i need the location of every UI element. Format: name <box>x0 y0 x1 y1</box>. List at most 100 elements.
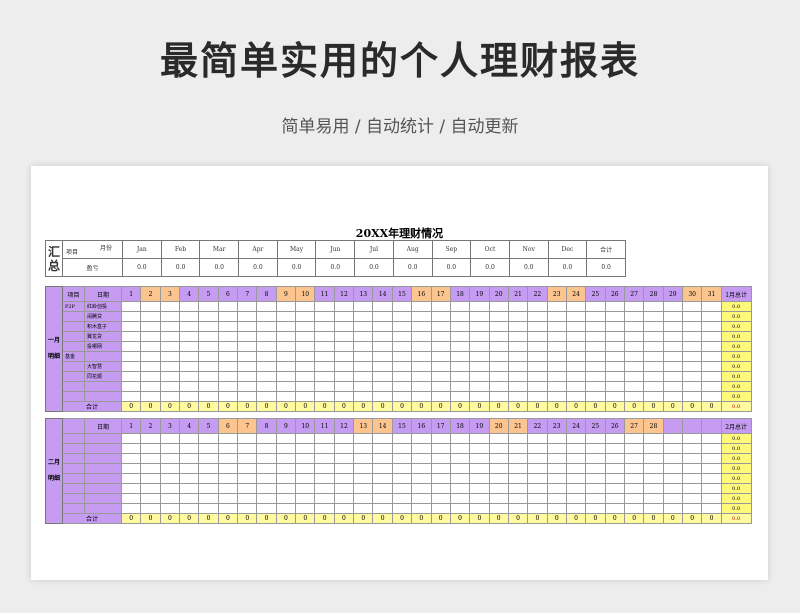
day-entry-cell[interactable] <box>643 463 664 474</box>
day-entry-cell[interactable] <box>449 483 471 494</box>
day-entry-cell[interactable] <box>701 433 722 444</box>
day-entry-cell[interactable] <box>643 331 664 342</box>
day-entry-cell[interactable] <box>643 321 664 332</box>
day-entry-cell[interactable] <box>604 371 625 382</box>
day-entry-cell[interactable] <box>527 463 548 474</box>
day-entry-cell[interactable] <box>488 351 509 362</box>
day-entry-cell[interactable] <box>295 371 316 382</box>
day-entry-cell[interactable] <box>681 503 703 514</box>
day-entry-cell[interactable] <box>295 473 316 484</box>
day-entry-cell[interactable] <box>256 503 277 514</box>
day-entry-cell[interactable] <box>430 361 451 372</box>
day-entry-cell[interactable] <box>372 463 393 474</box>
day-entry-cell[interactable] <box>411 391 432 402</box>
day-entry-cell[interactable] <box>430 473 451 484</box>
day-entry-cell[interactable] <box>701 361 722 372</box>
day-entry-cell[interactable] <box>275 361 297 372</box>
day-entry-cell[interactable] <box>372 433 393 444</box>
day-entry-cell[interactable] <box>391 463 413 474</box>
day-entry-cell[interactable] <box>449 391 471 402</box>
day-entry-cell[interactable] <box>469 311 490 322</box>
day-entry-cell[interactable] <box>430 301 451 312</box>
day-entry-cell[interactable] <box>585 381 606 392</box>
day-entry-cell[interactable] <box>604 351 625 362</box>
day-entry-cell[interactable] <box>159 463 181 474</box>
day-entry-cell[interactable] <box>217 463 239 474</box>
day-entry-cell[interactable] <box>217 483 239 494</box>
day-entry-cell[interactable] <box>333 321 355 332</box>
day-entry-cell[interactable] <box>662 443 683 454</box>
day-entry-cell[interactable] <box>256 331 277 342</box>
day-entry-cell[interactable] <box>585 331 606 342</box>
day-entry-cell[interactable] <box>623 473 645 484</box>
day-entry-cell[interactable] <box>140 381 161 392</box>
day-entry-cell[interactable] <box>333 391 355 402</box>
day-entry-cell[interactable] <box>604 463 625 474</box>
day-entry-cell[interactable] <box>314 341 335 352</box>
day-entry-cell[interactable] <box>237 473 258 484</box>
day-entry-cell[interactable] <box>488 391 509 402</box>
day-entry-cell[interactable] <box>681 453 703 464</box>
summary-month-value[interactable]: 0.0 <box>122 258 162 277</box>
day-entry-cell[interactable] <box>469 463 490 474</box>
day-entry-cell[interactable] <box>120 453 142 464</box>
day-entry-cell[interactable] <box>198 381 219 392</box>
day-entry-cell[interactable] <box>353 361 374 372</box>
day-entry-cell[interactable] <box>372 341 393 352</box>
day-entry-cell[interactable] <box>391 503 413 514</box>
day-entry-cell[interactable] <box>159 443 181 454</box>
day-entry-cell[interactable] <box>527 443 548 454</box>
day-entry-cell[interactable] <box>507 301 529 312</box>
day-entry-cell[interactable] <box>643 361 664 372</box>
day-entry-cell[interactable] <box>295 463 316 474</box>
day-entry-cell[interactable] <box>585 503 606 514</box>
day-entry-cell[interactable] <box>372 301 393 312</box>
day-entry-cell[interactable] <box>546 493 567 504</box>
day-entry-cell[interactable] <box>623 453 645 464</box>
day-entry-cell[interactable] <box>469 361 490 372</box>
day-entry-cell[interactable] <box>179 443 200 454</box>
day-entry-cell[interactable] <box>449 381 471 392</box>
day-entry-cell[interactable] <box>623 351 645 362</box>
day-entry-cell[interactable] <box>314 493 335 504</box>
day-entry-cell[interactable] <box>565 443 587 454</box>
day-entry-cell[interactable] <box>314 371 335 382</box>
day-entry-cell[interactable] <box>643 493 664 504</box>
day-entry-cell[interactable] <box>140 391 161 402</box>
day-entry-cell[interactable] <box>391 493 413 504</box>
day-entry-cell[interactable] <box>295 321 316 332</box>
day-entry-cell[interactable] <box>198 321 219 332</box>
day-entry-cell[interactable] <box>333 341 355 352</box>
day-entry-cell[interactable] <box>488 463 509 474</box>
day-entry-cell[interactable] <box>430 371 451 382</box>
day-entry-cell[interactable] <box>333 453 355 464</box>
day-entry-cell[interactable] <box>507 463 529 474</box>
day-entry-cell[interactable] <box>488 503 509 514</box>
day-entry-cell[interactable] <box>217 453 239 464</box>
day-entry-cell[interactable] <box>275 321 297 332</box>
day-entry-cell[interactable] <box>604 433 625 444</box>
day-entry-cell[interactable] <box>546 503 567 514</box>
day-entry-cell[interactable] <box>159 321 181 332</box>
day-entry-cell[interactable] <box>507 443 529 454</box>
day-entry-cell[interactable] <box>507 433 529 444</box>
day-entry-cell[interactable] <box>681 331 703 342</box>
day-entry-cell[interactable] <box>681 493 703 504</box>
day-entry-cell[interactable] <box>430 391 451 402</box>
day-entry-cell[interactable] <box>353 301 374 312</box>
day-entry-cell[interactable] <box>469 493 490 504</box>
day-entry-cell[interactable] <box>604 341 625 352</box>
day-entry-cell[interactable] <box>275 493 297 504</box>
day-entry-cell[interactable] <box>430 433 451 444</box>
day-entry-cell[interactable] <box>159 371 181 382</box>
day-entry-cell[interactable] <box>295 493 316 504</box>
day-entry-cell[interactable] <box>681 463 703 474</box>
day-entry-cell[interactable] <box>701 381 722 392</box>
day-entry-cell[interactable] <box>372 391 393 402</box>
day-entry-cell[interactable] <box>449 321 471 332</box>
day-entry-cell[interactable] <box>391 473 413 484</box>
day-entry-cell[interactable] <box>179 371 200 382</box>
day-entry-cell[interactable] <box>681 371 703 382</box>
day-entry-cell[interactable] <box>391 371 413 382</box>
day-entry-cell[interactable] <box>372 331 393 342</box>
